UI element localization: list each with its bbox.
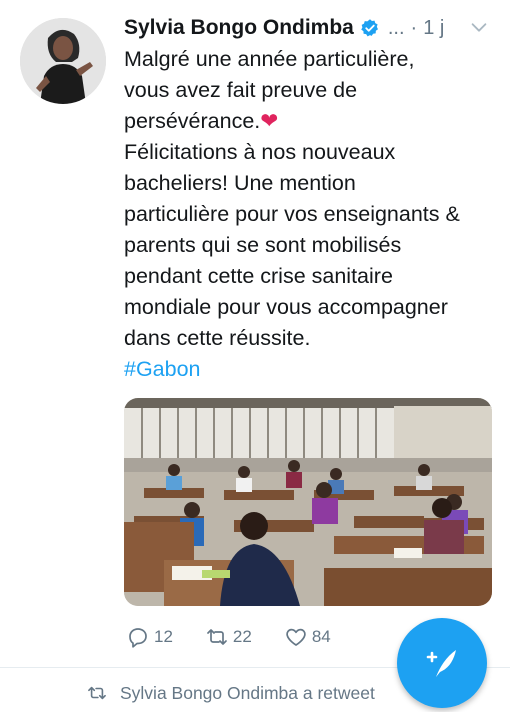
tweet-header: Sylvia Bongo Ondimba ... · 1 j <box>124 10 496 46</box>
separator-dot: · <box>410 16 418 39</box>
tweet-time[interactable]: 1 j <box>423 17 444 40</box>
like-button[interactable]: 84 <box>284 625 331 649</box>
reply-count: 12 <box>154 627 173 646</box>
author-avatar[interactable] <box>20 18 106 104</box>
classroom-photo <box>124 398 492 606</box>
compose-tweet-icon <box>426 650 456 677</box>
red-heart-emoji: ❤ <box>260 109 279 133</box>
tweet-text-line: pendant cette crise sanitaire <box>124 264 393 288</box>
retweet-button[interactable]: 22 <box>205 625 252 649</box>
tweet-text-line: persévérance.❤ <box>124 106 496 137</box>
verified-badge-icon <box>361 19 378 37</box>
tweet-text-line: Malgré une année particulière, <box>124 47 415 71</box>
compose-tweet-button[interactable] <box>397 618 487 708</box>
retweeted-by-banner: Sylvia Bongo Ondimba a retweet <box>86 680 375 706</box>
tweet-actions: 12 22 84 <box>126 622 363 652</box>
author-handle: ... <box>387 16 405 39</box>
tweet-text-line: vous avez fait preuve de <box>124 78 358 102</box>
tweet-text-line: mondiale pour vous accompagner <box>124 295 448 319</box>
hashtag-link[interactable]: #Gabon <box>124 354 496 385</box>
tweet-text-line: parents qui se sont mobilisés <box>124 233 402 257</box>
heart-icon <box>286 628 306 646</box>
retweet-icon <box>88 686 106 700</box>
tweet-text-line: bacheliers! Une mention <box>124 171 356 195</box>
avatar-image <box>20 18 106 104</box>
tweet-text-line: dans cette réussite. <box>124 326 311 350</box>
tweet-text-line: Félicitations à nos nouveaux <box>124 140 396 164</box>
tweet-text: Malgré une année particulière, vous avez… <box>124 44 496 385</box>
chevron-down-icon[interactable] <box>468 16 490 38</box>
retweet-icon <box>207 629 227 645</box>
tweet-photo[interactable] <box>124 398 492 606</box>
like-count: 84 <box>311 627 331 646</box>
reply-icon <box>129 628 147 648</box>
retweet-count: 22 <box>232 627 252 646</box>
tweet-text-fragment: persévérance. <box>124 109 261 133</box>
author-name[interactable]: Sylvia Bongo Ondimba <box>124 16 354 40</box>
reply-button[interactable]: 12 <box>126 625 173 649</box>
retweeted-by-text[interactable]: Sylvia Bongo Ondimba a retweet <box>120 683 375 704</box>
tweet-text-line: particulière pour vos enseignants & <box>124 202 460 226</box>
